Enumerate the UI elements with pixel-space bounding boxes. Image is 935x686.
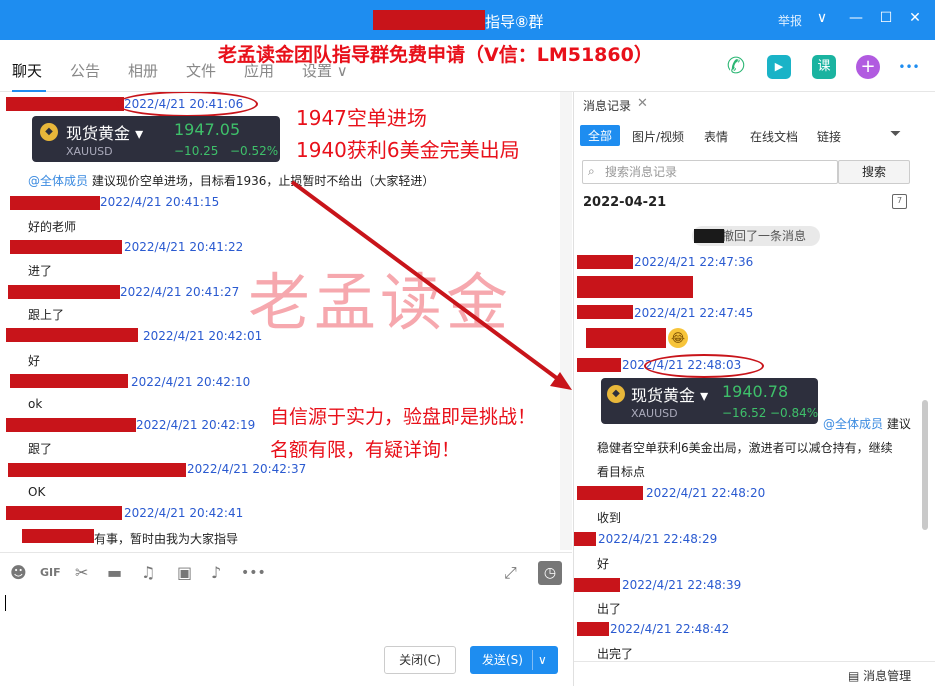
message-body: 建议 [886, 417, 911, 431]
music-icon[interactable]: ♫ [141, 563, 155, 582]
history-tab-all[interactable]: 全部 [580, 125, 621, 146]
image-icon[interactable]: ▣ [177, 563, 192, 582]
message-text: 看目标点 [597, 465, 646, 479]
message-text: 出完了 [597, 647, 634, 661]
search-icon: ⌕ [588, 164, 595, 178]
message-time: 2022/4/21 22:48:29 [598, 532, 718, 546]
message-manage-button[interactable]: ▤ 消息管理 [848, 667, 911, 684]
emoji-icon[interactable]: ☻ [10, 563, 27, 582]
message-time: 2022/4/21 22:48:20 [646, 486, 766, 500]
redacted-text [586, 328, 666, 348]
send-button[interactable]: 发送(S) ∨ [470, 646, 558, 674]
text-cursor[interactable] [5, 595, 6, 611]
redacted-sender [694, 229, 724, 243]
redacted-sender [577, 358, 621, 372]
history-tabs: 全部 图片/视频 表情 在线文档 链接 ⏷ [574, 116, 935, 152]
history-search-button[interactable]: 搜索 [838, 160, 910, 184]
message-text: 收到 [597, 511, 622, 525]
send-label: 发送(S) [482, 653, 523, 667]
message-history-panel: 消息记录 ✕ 全部 图片/视频 表情 在线文档 链接 ⏷ 搜索消息记录 ⌕ 搜索… [573, 92, 935, 686]
redacted-sender [574, 578, 620, 592]
manage-label: 消息管理 [863, 669, 912, 683]
filter-icon[interactable]: ⏷ [890, 126, 901, 142]
message-time: 2022/4/21 22:48:42 [610, 622, 730, 636]
history-date: 2022-04-21 [583, 195, 667, 210]
highlight-circle [644, 354, 764, 378]
history-tab-links[interactable]: 链接 [817, 128, 841, 145]
redacted-sender [577, 255, 633, 269]
redacted-sender [577, 622, 609, 636]
message-text: 稳健者空单获利6美金出局，激进者可以减仓持有，继续 [597, 441, 893, 455]
laughing-emoji-icon: 😂 [668, 328, 688, 348]
history-footer: ▤ 消息管理 [574, 661, 935, 686]
quote-change-pct: −0.84% [770, 406, 819, 420]
gold-quote-card[interactable]: ◆ 现货黄金 ▾ XAUUSD 1940.78 −16.52 −0.84% [601, 378, 818, 424]
mute-bell-icon[interactable]: ♪ [211, 563, 221, 582]
message-time: 2022/4/21 22:47:36 [634, 255, 754, 269]
message-text: 出了 [597, 602, 622, 616]
history-search-input[interactable]: 搜索消息记录 [582, 160, 838, 184]
mention-all[interactable]: @全体成员 [823, 417, 883, 431]
message-time: 2022/4/21 22:47:45 [634, 306, 754, 320]
redacted-text [577, 276, 693, 298]
more-tools-icon[interactable]: ••• [241, 565, 266, 581]
history-title: 消息记录 [583, 99, 632, 113]
message-text: 好 [597, 557, 610, 571]
quote-name: 现货黄金 ▾ [631, 386, 709, 405]
send-divider [532, 650, 533, 670]
manage-icon: ▤ [848, 669, 860, 683]
scissors-icon[interactable]: ✂ [75, 563, 88, 582]
history-scrollbar[interactable] [922, 400, 928, 530]
redacted-sender [577, 486, 643, 500]
quote-code: XAUUSD [631, 407, 678, 420]
chevron-down-icon[interactable]: ∨ [538, 646, 547, 674]
close-button[interactable]: 关闭(C) [384, 646, 456, 674]
message-input-area: ☻ GIF ✂ ▬ ♫ ▣ ♪ ••• ⤢ ◷ 关闭(C) 发送(S) ∨ [0, 552, 572, 686]
redacted-sender [577, 305, 633, 319]
gold-icon: ◆ [607, 385, 625, 403]
message-text: @全体成员 建议 [823, 415, 911, 432]
folder-icon[interactable]: ▬ [107, 563, 122, 582]
history-tab-docs[interactable]: 在线文档 [750, 128, 798, 145]
history-tab-stickers[interactable]: 表情 [704, 128, 728, 145]
redacted-sender [574, 532, 596, 546]
message-time: 2022/4/21 22:48:39 [622, 578, 742, 592]
calendar-icon[interactable]: 7 [892, 194, 907, 209]
expand-icon[interactable]: ⤢ [504, 563, 517, 583]
quote-price: 1940.78 [722, 382, 789, 401]
quote-change: −16.52 [722, 406, 767, 420]
history-clock-icon[interactable]: ◷ [538, 561, 562, 585]
gif-icon[interactable]: GIF [40, 566, 61, 579]
close-icon[interactable]: ✕ [637, 96, 648, 111]
history-tab-media[interactable]: 图片/视频 [632, 128, 684, 145]
